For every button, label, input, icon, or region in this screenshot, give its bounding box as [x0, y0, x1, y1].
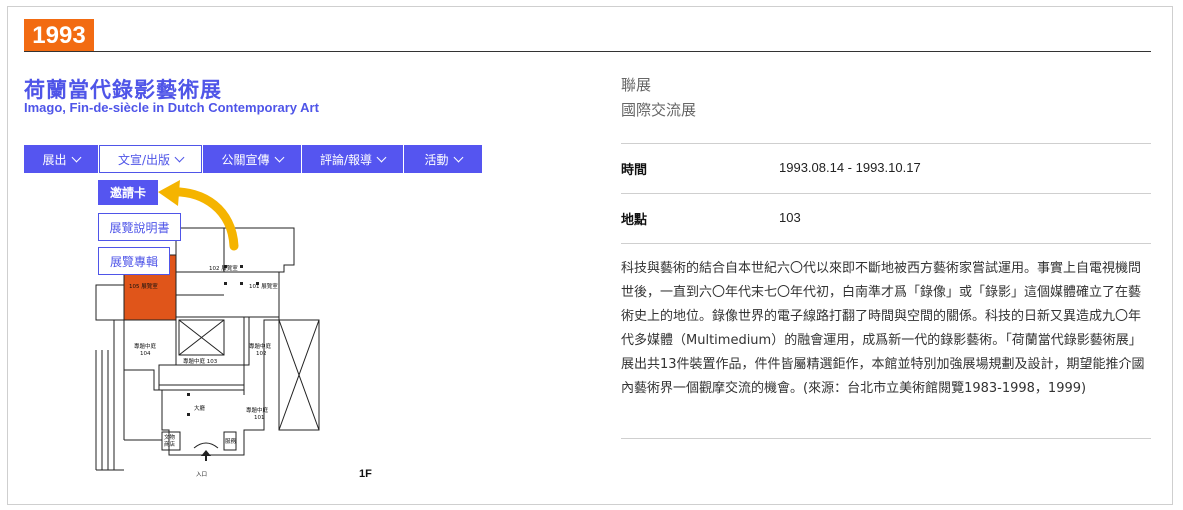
place-label: 地點 — [621, 213, 648, 228]
svg-text:商店: 商店 — [164, 440, 176, 448]
info-divider — [621, 143, 1151, 144]
svg-text:104: 104 — [140, 351, 151, 357]
label-service: 服務 — [225, 437, 237, 445]
label-hall: 大廳 — [194, 404, 206, 412]
nav-reviews[interactable]: 評論/報導 — [302, 145, 403, 173]
info-divider — [621, 193, 1151, 194]
chevron-down-icon — [453, 152, 463, 162]
nav-events[interactable]: 活動 — [404, 145, 482, 173]
nav-publicity[interactable]: 公關宣傳 — [203, 145, 301, 173]
nav-reviews-label: 評論/報導 — [319, 152, 373, 167]
info-divider — [621, 243, 1151, 244]
svg-text:專題中庭: 專題中庭 — [134, 342, 157, 350]
exhibition-title-en: Imago, Fin-de-siècle in Dutch Contempora… — [24, 100, 319, 115]
label-entrance: 入口 — [196, 471, 207, 478]
year-badge: 1993 — [24, 19, 94, 52]
svg-text:102: 102 — [256, 351, 267, 357]
label-gallery-103: 專題中庭 103 — [183, 357, 218, 365]
svg-text:專題中庭: 專題中庭 — [249, 342, 272, 350]
chevron-down-icon — [274, 152, 284, 162]
time-value: 1993.08.14 - 1993.10.17 — [779, 160, 921, 175]
exhibition-description: 科技與藝術的結合自本世紀六〇代以來即不斷地被西方藝術家嘗試運用。事實上自電視機問… — [621, 261, 1145, 396]
chevron-down-icon — [376, 152, 387, 162]
nav-publicity-label: 公關宣傳 — [221, 152, 270, 167]
nav-publications[interactable]: 文宣/出版 — [99, 145, 202, 173]
nav-publications-label: 文宣/出版 — [117, 152, 171, 167]
place-value: 103 — [779, 210, 801, 225]
dropdown-item-catalogue[interactable]: 展覽專輯 — [98, 247, 170, 275]
svg-text:文物: 文物 — [164, 433, 176, 441]
nav-events-label: 活動 — [424, 152, 449, 167]
time-label: 時間 — [621, 163, 648, 178]
dropdown-item-brochure[interactable]: 展覽說明書 — [98, 213, 181, 241]
description-divider — [621, 438, 1151, 439]
label-room-102: 102 展覽室 — [209, 264, 238, 272]
chevron-down-icon — [174, 152, 185, 162]
category-international-exchange: 國際交流展 — [621, 101, 697, 119]
exhibition-nav: 展出 文宣/出版 公關宣傳 評論/報導 活動 — [24, 145, 483, 173]
chevron-down-icon — [71, 152, 81, 162]
label-room-105: 105 展覽室 — [129, 282, 158, 290]
dropdown-item-invitation[interactable]: 邀請卡 — [98, 180, 158, 205]
header-divider — [24, 51, 1151, 52]
nav-exhibition-label: 展出 — [42, 152, 67, 167]
svg-text:101: 101 — [254, 415, 265, 421]
floor-label: 1F — [359, 468, 372, 480]
svg-text:專題中庭: 專題中庭 — [246, 406, 269, 414]
nav-exhibition[interactable]: 展出 — [24, 145, 98, 173]
label-room-101: 101 展覽室 — [249, 282, 278, 290]
category-joint-exhibition: 聯展 — [621, 76, 652, 94]
